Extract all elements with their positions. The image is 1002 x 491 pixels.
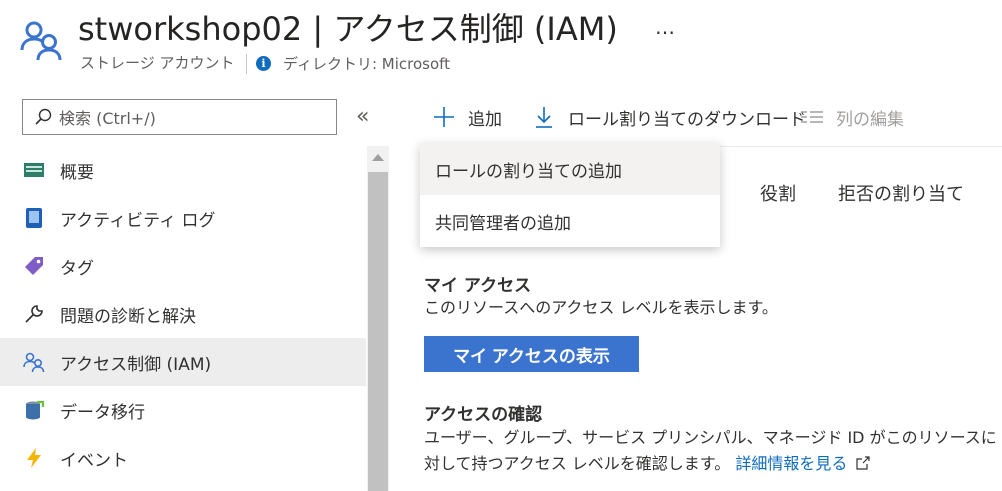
sidebar-item-data-migration[interactable]: データ移行 xyxy=(0,386,366,434)
more-options-button[interactable]: … xyxy=(655,12,676,42)
activity-log-icon xyxy=(22,206,46,230)
download-button-label: ロール割り当てのダウンロード xyxy=(568,109,806,130)
directory-info: i ディレクトリ: Microsoft xyxy=(256,52,450,74)
add-dropdown-menu: ロールの割り当ての追加 共同管理者の追加 xyxy=(420,143,720,247)
sidebar-item-access-control[interactable]: アクセス制御 (IAM) xyxy=(0,338,366,386)
tag-icon xyxy=(22,254,46,278)
external-link-icon xyxy=(856,456,871,470)
view-my-access-button[interactable]: マイ アクセスの表示 xyxy=(424,336,639,372)
sidebar-item-label: タグ xyxy=(60,258,94,279)
my-access-description: このリソースへのアクセス レベルを表示します。 xyxy=(424,298,778,317)
overview-icon xyxy=(22,158,46,182)
add-button-label: 追加 xyxy=(468,109,502,130)
sidebar-nav: 概要 アクティビティ ログ タグ 問題の診断と解決 アクセス制御 (IAM) デ… xyxy=(0,146,366,482)
download-role-assignments-button[interactable]: ロール割り当てのダウンロード xyxy=(532,100,806,134)
check-access-description-line2: 対して持つアクセス レベルを確認します。 xyxy=(424,454,731,473)
check-access-heading: アクセスの確認 xyxy=(424,405,543,425)
search-placeholder: 検索 (Ctrl+/) xyxy=(59,109,156,128)
collapse-sidebar-button[interactable]: « xyxy=(356,104,369,130)
sidebar-item-label: 概要 xyxy=(60,162,94,183)
tab-roles[interactable]: 役割 xyxy=(760,180,796,206)
learn-more-link[interactable]: 詳細情報を見る xyxy=(735,454,847,473)
sidebar-scrollbar[interactable] xyxy=(367,146,389,491)
sidebar-item-diagnose[interactable]: 問題の診断と解決 xyxy=(0,290,366,338)
sidebar-item-activity-log[interactable]: アクティビティ ログ xyxy=(0,194,366,242)
people-icon xyxy=(20,21,62,61)
menu-item-add-role-assignment[interactable]: ロールの割り当ての追加 xyxy=(420,143,720,195)
columns-icon xyxy=(800,105,824,129)
subtitle-divider xyxy=(246,54,247,74)
sidebar-item-label: 問題の診断と解決 xyxy=(60,306,196,327)
search-icon xyxy=(35,108,52,125)
edit-columns-button[interactable]: 列の編集 xyxy=(800,100,904,134)
sidebar-item-label: データ移行 xyxy=(60,402,145,423)
info-icon: i xyxy=(256,55,271,71)
my-access-heading: マイ アクセス xyxy=(424,276,532,296)
lightning-icon xyxy=(22,446,46,470)
directory-label: ディレクトリ: Microsoft xyxy=(283,54,451,73)
scroll-up-arrow-icon[interactable] xyxy=(372,154,384,161)
data-migration-icon xyxy=(22,398,46,422)
scrollbar-thumb[interactable] xyxy=(368,172,388,491)
people-icon xyxy=(22,350,46,374)
sidebar-item-overview[interactable]: 概要 xyxy=(0,146,366,194)
edit-columns-label: 列の編集 xyxy=(836,109,904,130)
wrench-icon xyxy=(22,302,46,326)
download-icon xyxy=(532,105,556,129)
check-access-description-line1: ユーザー、グループ、サービス プリンシパル、マネージド ID がこのリソースに xyxy=(424,428,997,447)
search-input[interactable]: 検索 (Ctrl+/) xyxy=(22,99,337,135)
sidebar-item-label: イベント xyxy=(60,450,128,471)
add-button[interactable]: 追加 xyxy=(432,100,502,134)
tab-deny-assignments[interactable]: 拒否の割り当て xyxy=(838,180,964,206)
sidebar-item-tags[interactable]: タグ xyxy=(0,242,366,290)
resource-type: ストレージ アカウント xyxy=(80,54,235,72)
menu-item-add-co-administrator[interactable]: 共同管理者の追加 xyxy=(420,195,720,247)
plus-icon xyxy=(432,105,456,129)
sidebar-item-label: アクセス制御 (IAM) xyxy=(60,354,212,375)
check-access-description-line2-wrap: 対して持つアクセス レベルを確認します。 詳細情報を見る xyxy=(424,451,871,477)
sidebar-item-label: アクティビティ ログ xyxy=(60,210,216,231)
sidebar-item-events[interactable]: イベント xyxy=(0,434,366,482)
page-title: stworkshop02 | アクセス制御 (IAM) xyxy=(78,10,618,48)
